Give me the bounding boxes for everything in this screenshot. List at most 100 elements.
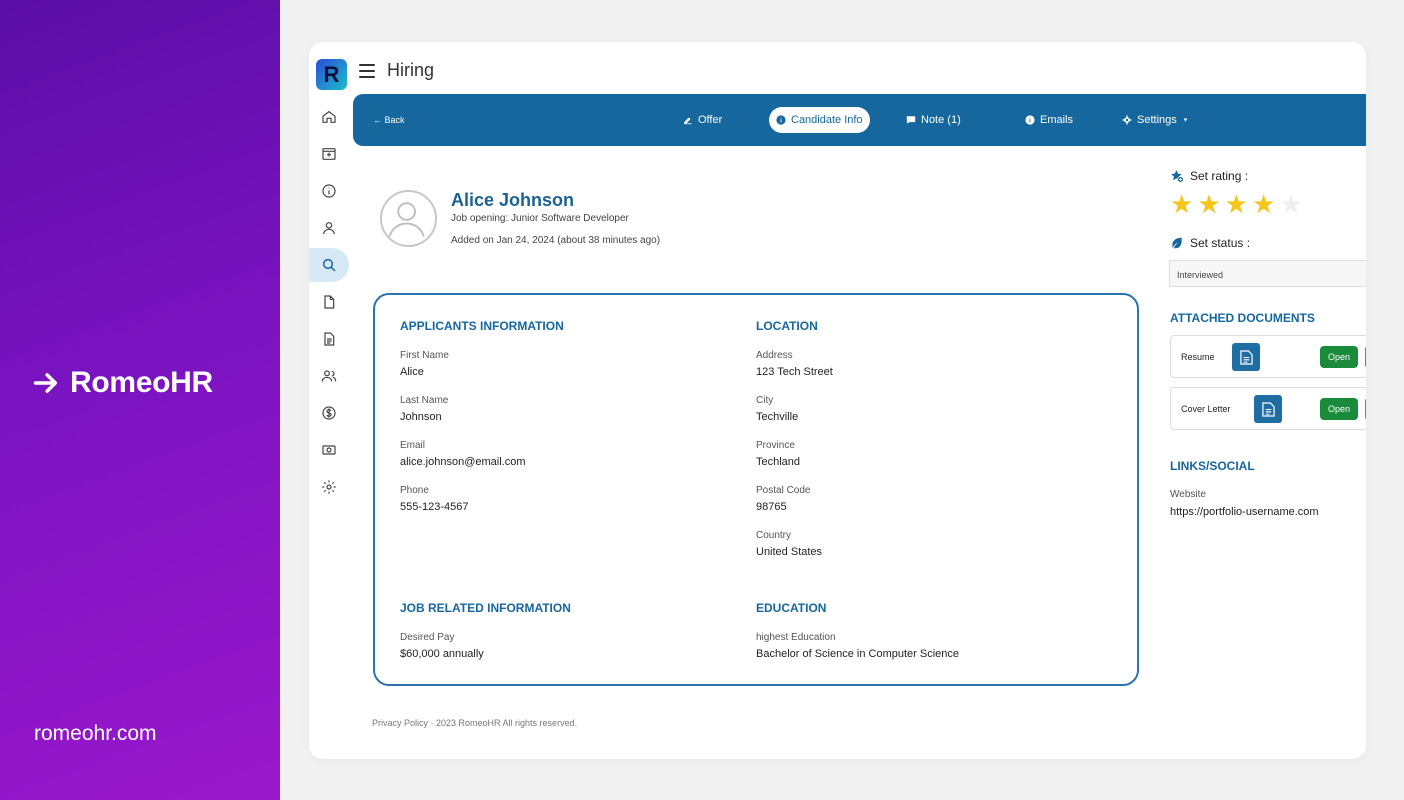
sidebar-item-user[interactable] bbox=[309, 211, 349, 245]
pen-icon bbox=[684, 117, 692, 125]
rating-label: Set rating : bbox=[1170, 169, 1248, 183]
sidebar-item-expenses[interactable] bbox=[309, 433, 349, 467]
tab-emails-label: Emails bbox=[1040, 114, 1074, 126]
field-label-address: Address bbox=[756, 350, 793, 361]
promo-brand: RomeoHR bbox=[32, 366, 213, 400]
sidebar bbox=[309, 100, 353, 507]
section-title-job: JOB RELATED INFORMATION bbox=[400, 601, 571, 615]
sidebar-item-files[interactable] bbox=[309, 285, 349, 319]
tab-emails[interactable]: Emails bbox=[1025, 107, 1073, 133]
field-label-email: Email bbox=[400, 440, 426, 451]
document-icon[interactable] bbox=[1232, 343, 1260, 371]
field-label-website: Website bbox=[1170, 489, 1206, 500]
search-icon bbox=[322, 258, 336, 272]
caret-down-icon: ▾ bbox=[1183, 117, 1188, 124]
info-icon bbox=[322, 184, 336, 198]
tab-offer-label: Offer bbox=[698, 114, 723, 126]
field-value-address: 123 Tech Street bbox=[756, 366, 833, 378]
rating-label-text: Set rating : bbox=[1190, 169, 1249, 183]
tab-candidate-info[interactable]: Candidate Info bbox=[769, 107, 870, 133]
home-icon bbox=[322, 110, 336, 123]
dollar-icon bbox=[322, 406, 336, 420]
document-icon[interactable] bbox=[1254, 395, 1282, 423]
document-row-resume: Resume Open bbox=[1170, 335, 1366, 378]
field-value-phone: 555-123-4567 bbox=[400, 501, 469, 513]
field-label-province: Province bbox=[756, 440, 795, 451]
arrow-right-icon bbox=[33, 373, 58, 393]
inbox-icon bbox=[322, 148, 336, 160]
candidate-job-opening: Job opening: Junior Software Developer bbox=[451, 213, 629, 224]
user-icon bbox=[323, 222, 335, 235]
promo-url: romeohr.com bbox=[34, 722, 157, 745]
field-value-last-name: Johnson bbox=[400, 411, 442, 423]
delete-resume-button[interactable] bbox=[1365, 346, 1366, 368]
star-filled-icon[interactable]: ★ bbox=[1252, 191, 1275, 217]
section-title-location: LOCATION bbox=[756, 319, 818, 333]
open-resume-button[interactable]: Open bbox=[1320, 346, 1358, 368]
hamburger-menu-icon[interactable] bbox=[359, 64, 375, 78]
gear-icon bbox=[322, 480, 336, 494]
back-button[interactable]: ← Back bbox=[373, 107, 405, 133]
tab-offer[interactable]: Offer bbox=[683, 107, 722, 133]
page-title: Hiring bbox=[387, 60, 435, 80]
sidebar-item-recruiting[interactable] bbox=[309, 248, 349, 282]
sidebar-item-documents[interactable] bbox=[309, 322, 349, 356]
comment-icon bbox=[906, 116, 916, 124]
settings-dropdown[interactable]: Settings ▾ bbox=[1122, 107, 1187, 133]
field-value-website[interactable]: https://portfolio-username.com bbox=[1170, 506, 1319, 518]
status-select[interactable]: Interviewed bbox=[1169, 260, 1366, 287]
avatar bbox=[380, 190, 437, 247]
info-circle-icon bbox=[1025, 115, 1035, 125]
sidebar-item-team[interactable] bbox=[309, 359, 349, 393]
sidebar-item-settings[interactable] bbox=[309, 470, 349, 504]
star-filled-icon[interactable]: ★ bbox=[1225, 191, 1248, 217]
promo-panel: RomeoHR romeohr.com bbox=[0, 0, 280, 800]
document-row-cover-letter: Cover Letter Open bbox=[1170, 387, 1366, 430]
field-label-city: City bbox=[756, 395, 774, 406]
field-label-phone: Phone bbox=[400, 485, 429, 496]
field-label-postal-code: Postal Code bbox=[756, 485, 811, 496]
sidebar-item-home[interactable] bbox=[309, 100, 349, 134]
leaf-icon bbox=[1172, 237, 1182, 249]
app-logo: R bbox=[316, 59, 347, 90]
document-name: Resume bbox=[1181, 352, 1215, 362]
cash-icon bbox=[322, 445, 336, 455]
rating-stars[interactable]: ★ ★ ★ ★ ★ bbox=[1170, 191, 1303, 217]
field-label-desired-pay: Desired Pay bbox=[400, 632, 455, 643]
logo-letter: R bbox=[323, 61, 340, 87]
field-label-last-name: Last Name bbox=[400, 395, 449, 406]
file-icon bbox=[324, 295, 335, 309]
open-cover-letter-button[interactable]: Open bbox=[1320, 398, 1358, 420]
field-value-postal-code: 98765 bbox=[756, 501, 787, 513]
document-icon bbox=[324, 332, 335, 346]
delete-cover-letter-button[interactable] bbox=[1365, 398, 1366, 420]
status-label-text: Set status : bbox=[1190, 236, 1251, 250]
section-title-applicant: APPLICANTS INFORMATION bbox=[400, 319, 564, 333]
tab-note[interactable]: Note (1) bbox=[906, 107, 961, 133]
promo-brand-name: RomeoHR bbox=[70, 366, 213, 399]
field-value-email: alice.johnson@email.com bbox=[400, 456, 526, 468]
candidate-nav-bar: ← Back Offer Candidate Info Note (1) Ema… bbox=[353, 94, 1366, 146]
sidebar-item-inbox[interactable] bbox=[309, 137, 349, 171]
section-title-links-social: LINKS/SOCIAL bbox=[1170, 459, 1255, 473]
status-label: Set status : bbox=[1170, 236, 1250, 250]
field-label-country: Country bbox=[756, 530, 792, 541]
sidebar-item-info[interactable] bbox=[309, 174, 349, 208]
field-value-desired-pay: $60,000 annually bbox=[400, 648, 484, 660]
star-filled-icon[interactable]: ★ bbox=[1197, 191, 1220, 217]
section-title-attached-documents: ATTACHED DOCUMENTS bbox=[1170, 311, 1315, 325]
settings-dropdown-label: Settings bbox=[1137, 114, 1177, 126]
field-value-province: Techland bbox=[756, 456, 801, 468]
file-text-icon bbox=[1261, 401, 1275, 417]
field-label-highest-education: highest Education bbox=[756, 632, 836, 643]
field-label-first-name: First Name bbox=[400, 350, 449, 361]
user-avatar-icon bbox=[388, 202, 425, 237]
star-empty-icon[interactable]: ★ bbox=[1279, 191, 1302, 217]
document-name: Cover Letter bbox=[1181, 404, 1231, 414]
candidate-info-panel: APPLICANTS INFORMATION First Name Alice … bbox=[373, 293, 1139, 686]
sidebar-item-payroll[interactable] bbox=[309, 396, 349, 430]
star-filled-icon[interactable]: ★ bbox=[1170, 191, 1193, 217]
candidate-added-date: Added on Jan 24, 2024 (about 38 minutes … bbox=[451, 235, 661, 246]
candidate-name: Alice Johnson bbox=[451, 190, 575, 210]
footer-text: Privacy Policy · 2023 RomeoHR All rights… bbox=[372, 718, 578, 728]
